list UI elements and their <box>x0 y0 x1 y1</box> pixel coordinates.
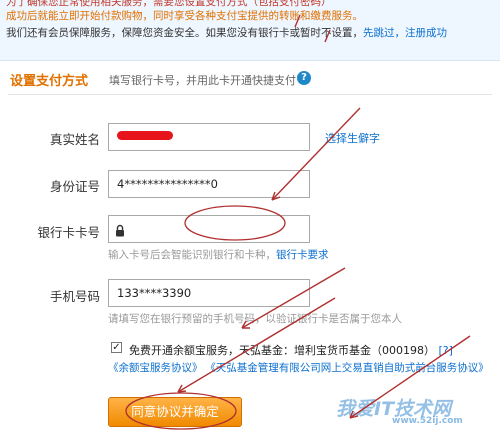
annotation-layer <box>125 14 471 430</box>
annotation-ellipse-card <box>184 205 286 241</box>
annotation-ellipse-button <box>125 392 237 430</box>
annotation-arrows <box>177 14 471 419</box>
